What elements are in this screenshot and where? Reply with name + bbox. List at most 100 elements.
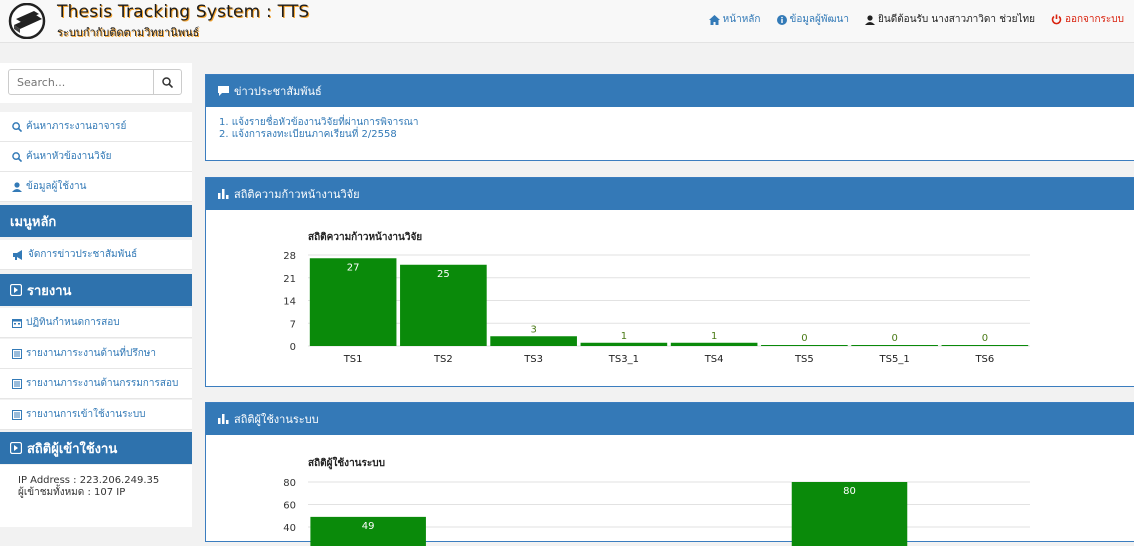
user-icon: [865, 14, 875, 25]
sidebar-item-search-topic[interactable]: ค้นหาหัวข้องานวิจัย: [0, 142, 192, 172]
list-icon: [12, 409, 22, 420]
bar-TS3_1: [580, 342, 668, 346]
y-tick-label: 0: [290, 342, 296, 353]
y-tick-label: 14: [283, 297, 296, 308]
data-label: 1: [621, 331, 627, 342]
news-item-link[interactable]: 2. แจ้งการลงทะเบียนภาคเรียนที่ 2/2558: [219, 129, 397, 140]
search-box: [8, 69, 182, 95]
x-tick-label: TS3: [523, 354, 543, 365]
sidebar-item-user-info[interactable]: ข้อมูลผู้ใช้งาน: [0, 172, 192, 202]
news-item-link[interactable]: 1. แจ้งรายชื่อหัวข้องานวิจัยที่ผ่านการพิ…: [219, 117, 419, 128]
sidebar-item-access-report[interactable]: รายงานการเข้าใช้งานระบบ: [0, 400, 192, 430]
news-panel-title: ข่าวประชาสัมพันธ์: [234, 85, 322, 98]
home-icon: [708, 14, 720, 25]
progress-panel: สถิติความก้าวหน้างานวิจัย สถิติความก้าวห…: [205, 177, 1134, 387]
sidebar-item-manage-news[interactable]: จัดการข่าวประชาสัมพันธ์: [0, 240, 192, 270]
app-title: Thesis Tracking System : TTS: [57, 2, 310, 22]
comment-icon: [218, 86, 229, 96]
nav-developer-link[interactable]: ข้อมูลผู้พัฒนา: [776, 12, 850, 27]
x-tick-label: TS5: [794, 354, 814, 365]
data-label: 27: [347, 262, 360, 273]
data-label: 1: [711, 331, 717, 342]
search-icon: [12, 151, 22, 162]
bar-TS5: [761, 345, 848, 346]
y-tick-label: 80: [283, 478, 296, 489]
data-label: 0: [982, 333, 988, 344]
bar-TS5_1: [851, 345, 938, 346]
x-tick-label: TS4: [704, 354, 724, 365]
top-navbar: Thesis Tracking System : TTS ระบบกำกับติ…: [0, 0, 1134, 43]
y-tick-label: 21: [283, 274, 296, 285]
usage-panel-header: สถิติผู้ใช้งานระบบ: [206, 403, 1134, 435]
search-input[interactable]: [9, 70, 153, 94]
visitor-stats-heading-label: สถิติผู้เข้าใช้งาน: [27, 441, 118, 457]
x-tick-label: TS3_1: [608, 354, 639, 365]
nav-user-link[interactable]: ยินดีต้อนรับ นางสาวภาวิดา ช่วยไทย: [865, 12, 1035, 27]
data-label: 3: [530, 324, 536, 335]
info-icon: [776, 14, 787, 25]
data-label: 25: [437, 269, 450, 280]
x-tick-label: TS6: [974, 354, 994, 365]
bar-TS6: [941, 345, 1029, 346]
list-icon: [12, 348, 22, 359]
data-label: 49: [362, 521, 375, 532]
user-icon: [12, 181, 22, 192]
usage-panel: สถิติผู้ใช้งานระบบ สถิติผู้ใช้งานระบบ 40 6…: [205, 402, 1134, 546]
main-menu-heading-label: เมนูหลัก: [10, 214, 57, 230]
sidebar-item-committee-report[interactable]: รายงานภาระงานด้านกรรมการสอบ: [0, 369, 192, 399]
main-menu-heading: เมนูหลัก: [0, 205, 192, 237]
usage-chart: สถิติผู้ใช้งานระบบ 40 60 80 49 80: [283, 456, 1030, 546]
data-label: 0: [891, 333, 897, 344]
visitor-info: IP Address : 223.206.249.35 ผู้เข้าชมทั้…: [0, 465, 192, 527]
y-tick-label: 40: [283, 523, 296, 534]
books-logo-icon: [8, 3, 46, 39]
bar-TS4: [670, 342, 758, 346]
sidebar-item-label: จัดการข่าวประชาสัมพันธ์: [28, 249, 138, 260]
sidebar-item-label: รายงานการเข้าใช้งานระบบ: [26, 409, 146, 420]
news-list: 1. แจ้งรายชื่อหัวข้องานวิจัยที่ผ่านการพิ…: [206, 107, 1134, 151]
nav-welcome-label: ยินดีต้อนรับ นางสาวภาวิดา ช่วยไทย: [878, 14, 1035, 25]
x-tick-label: TS2: [433, 354, 453, 365]
list-icon: [12, 378, 22, 389]
chart-title: สถิติความก้าวหน้างานวิจัย: [308, 231, 422, 243]
power-icon: [1051, 14, 1062, 25]
sidebar-item-label: รายงานภาระงานด้านกรรมการสอบ: [26, 378, 179, 389]
y-tick-label: 60: [283, 501, 296, 512]
search-button[interactable]: [153, 70, 181, 94]
nav-home-label: หน้าหลัก: [722, 14, 761, 25]
usage-panel-title: สถิติผู้ใช้งานระบบ: [234, 413, 319, 426]
expand-icon: [10, 442, 22, 454]
progress-panel-header: สถิติความก้าวหน้างานวิจัย: [206, 178, 1134, 210]
data-label: 80: [843, 486, 856, 497]
app-subtitle: ระบบกำกับติดตามวิทยานิพนธ์: [57, 26, 200, 39]
report-heading-label: รายงาน: [27, 283, 72, 299]
sidebar-item-exam-calendar[interactable]: ปฏิทินกำหนดการสอบ: [0, 308, 192, 338]
sidebar-item-advisor-report[interactable]: รายงานภาระงานด้านที่ปรึกษา: [0, 339, 192, 369]
news-panel-header: ข่าวประชาสัมพันธ์: [206, 75, 1134, 107]
bar-chart-icon: [218, 414, 229, 424]
data-label: 0: [801, 333, 807, 344]
y-tick-label: 28: [283, 251, 296, 262]
chart-title: สถิติผู้ใช้งานระบบ: [308, 456, 385, 470]
nav-developer-label: ข้อมูลผู้พัฒนา: [789, 14, 850, 25]
search-icon: [12, 121, 22, 132]
nav-home-link[interactable]: หน้าหลัก: [708, 12, 761, 27]
top-nav: หน้าหลัก ข้อมูลผู้พัฒนา ยินดีต้อนรับ นาง…: [708, 12, 1124, 27]
bullhorn-icon: [13, 249, 22, 260]
bar-TS3: [490, 336, 577, 346]
calendar-icon: [12, 318, 22, 328]
progress-chart: สถิติความก้าวหน้างานวิจัย 0 7 14 21 28 27 TS1 25…: [283, 231, 1030, 365]
x-tick-label: TS5_1: [879, 354, 910, 365]
y-tick-label: 7: [290, 319, 296, 330]
expand-icon: [10, 284, 22, 296]
sidebar-item-label: ข้อมูลผู้ใช้งาน: [26, 181, 87, 192]
visitor-stats-heading: สถิติผู้เข้าใช้งาน: [0, 432, 192, 464]
progress-panel-title: สถิติความก้าวหน้างานวิจัย: [234, 188, 360, 201]
sidebar-item-search-workload[interactable]: ค้นหาภาระงานอาจารย์: [0, 112, 192, 142]
total-visitors: ผู้เข้าชมทั้งหมด : 107 IP: [18, 487, 126, 498]
ip-address: IP Address : 223.206.249.35: [18, 475, 160, 486]
sidebar-item-label: ค้นหาภาระงานอาจารย์: [26, 121, 127, 132]
sidebar-item-label: รายงานภาระงานด้านที่ปรึกษา: [26, 348, 156, 359]
nav-logout-link[interactable]: ออกจากระบบ: [1051, 12, 1124, 27]
bar-chart-icon: [218, 189, 229, 199]
